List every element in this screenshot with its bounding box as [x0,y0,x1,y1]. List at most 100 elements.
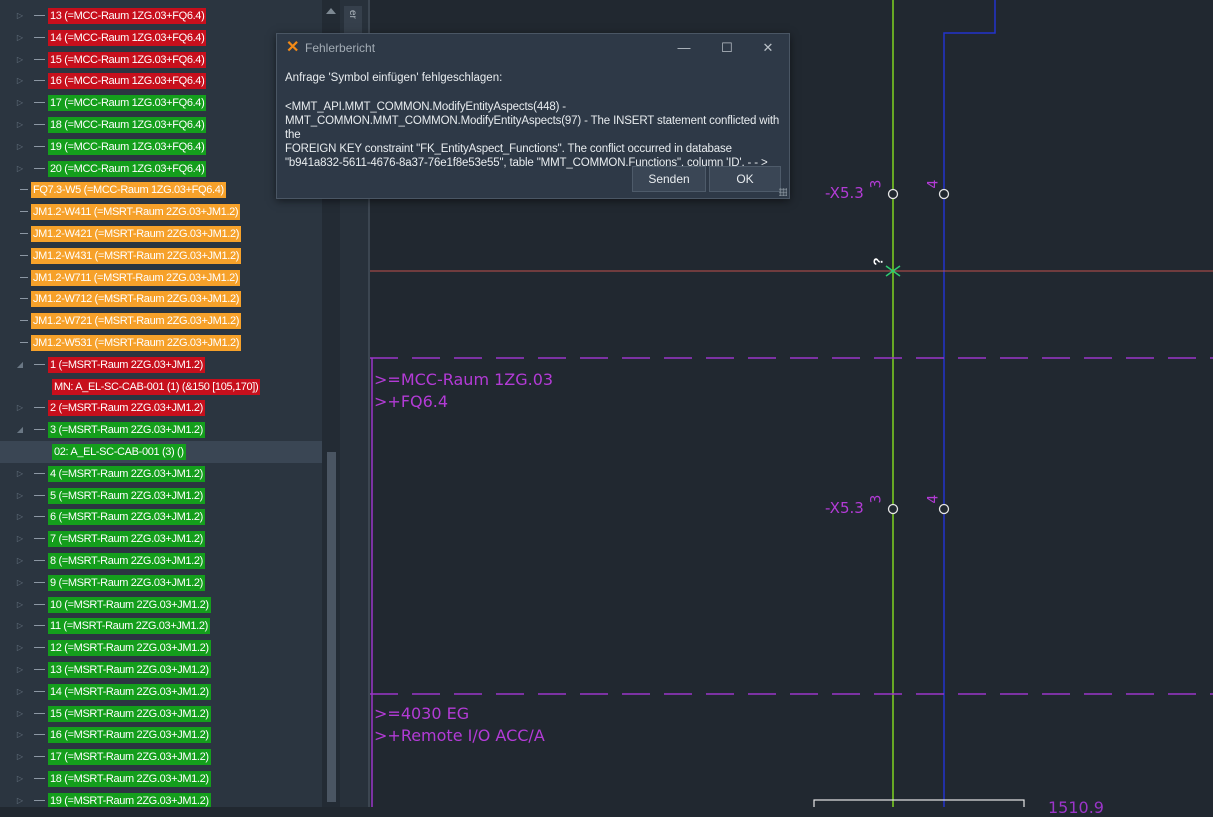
send-button[interactable]: Senden [632,166,706,192]
collapse-arrow-icon[interactable]: ▷ [14,790,26,807]
pin-label-4-mid: 4 [925,494,942,504]
maximize-button[interactable]: ☐ [712,38,742,58]
tree-item[interactable]: ▷ 18 (=MSRT-Raum 2ZG.03+JM1.2) [0,768,322,790]
error-report-dialog[interactable]: ✕ Fehlerbericht — ☐ ✕ Anfrage 'Symbol ei… [276,33,790,199]
tree-item-label: FQ7.3-W5 (=MCC-Raum 1ZG.03+FQ6.4) [31,182,226,199]
tree-item[interactable]: ▷ 17 (=MSRT-Raum 2ZG.03+JM1.2) [0,746,322,768]
expand-arrow-icon[interactable]: ◢ [14,419,26,441]
collapse-arrow-icon[interactable]: ▷ [14,550,26,572]
tree-item[interactable]: ▷ 11 (=MSRT-Raum 2ZG.03+JM1.2) [0,615,322,637]
collapse-arrow-icon[interactable]: ▷ [14,724,26,746]
expand-arrow-icon[interactable]: ◢ [14,354,26,376]
tree-item[interactable]: ▷ 6 (=MSRT-Raum 2ZG.03+JM1.2) [0,506,322,528]
tree-connector [20,254,28,256]
tree-item[interactable]: JM1.2-W531 (=MSRT-Raum 2ZG.03+JM1.2) [0,332,322,354]
tree-item[interactable]: ▷ 16 (=MCC-Raum 1ZG.03+FQ6.4) [0,70,322,92]
tree-connector [34,669,45,670]
tree-item[interactable]: ▷ 7 (=MSRT-Raum 2ZG.03+JM1.2) [0,528,322,550]
collapse-arrow-icon[interactable]: ▷ [14,397,26,419]
tree-item[interactable]: ▷ 19 (=MCC-Raum 1ZG.03+FQ6.4) [0,136,322,158]
tree-item[interactable]: ▷ 17 (=MCC-Raum 1ZG.03+FQ6.4) [0,92,322,114]
tree-item[interactable]: ▷ 14 (=MSRT-Raum 2ZG.03+JM1.2) [0,681,322,703]
collapse-arrow-icon[interactable]: ▷ [14,615,26,637]
tree-item[interactable]: ▷ 8 (=MSRT-Raum 2ZG.03+JM1.2) [0,550,322,572]
tree-item[interactable]: JM1.2-W431 (=MSRT-Raum 2ZG.03+JM1.2) [0,245,322,267]
tree-item[interactable]: ▷ 13 (=MCC-Raum 1ZG.03+FQ6.4) [0,5,322,27]
collapse-arrow-icon[interactable]: ▷ [14,70,26,92]
tree-item[interactable]: ▷ 15 (=MCC-Raum 1ZG.03+FQ6.4) [0,49,322,71]
tree-connector [20,211,28,213]
tree-item-label: JM1.2-W431 (=MSRT-Raum 2ZG.03+JM1.2) [31,247,242,264]
tree-item[interactable]: ▷ 5 (=MSRT-Raum 2ZG.03+JM1.2) [0,485,322,507]
project-tree[interactable]: ▷ 13 (=MCC-Raum 1ZG.03+FQ6.4) ▷ 14 (=MCC-Ra… [0,0,322,807]
tree-item-label: 5 (=MSRT-Raum 2ZG.03+JM1.2) [48,487,205,504]
collapse-arrow-icon[interactable]: ▷ [14,463,26,485]
collapse-arrow-icon[interactable]: ▷ [14,27,26,49]
tree-item[interactable]: ▷ 20 (=MCC-Raum 1ZG.03+FQ6.4) [0,158,322,180]
collapse-arrow-icon[interactable]: ▷ [14,5,26,27]
tree-item[interactable]: JM1.2-W411 (=MSRT-Raum 2ZG.03+JM1.2) [0,201,322,223]
tree-item[interactable]: ▷ 2 (=MSRT-Raum 2ZG.03+JM1.2) [0,397,322,419]
collapse-arrow-icon[interactable]: ▷ [14,506,26,528]
close-button[interactable]: ✕ [753,38,783,58]
tree-connector [34,102,45,104]
collapse-arrow-icon[interactable]: ▷ [14,637,26,659]
collapse-arrow-icon[interactable]: ▷ [14,746,26,768]
collapse-arrow-icon[interactable]: ▷ [14,594,26,616]
tree-item[interactable]: ◢ 1 (=MSRT-Raum 2ZG.03+JM1.2) [0,354,322,376]
tree-connector [34,363,45,365]
tree-item[interactable]: 02: A_EL-SC-CAB-001 (3) () [0,441,322,463]
tree-item[interactable]: ▷ 18 (=MCC-Raum 1ZG.03+FQ6.4) [0,114,322,136]
region-label-location-2: >=4030 EG [374,704,470,723]
tree-item[interactable]: ▷ 16 (=MSRT-Raum 2ZG.03+JM1.2) [0,724,322,746]
resize-grip-icon[interactable] [779,188,787,196]
collapse-arrow-icon[interactable]: ▷ [14,572,26,594]
tree-item[interactable]: JM1.2-W721 (=MSRT-Raum 2ZG.03+JM1.2) [0,310,322,332]
tree-item-label: 18 (=MSRT-Raum 2ZG.03+JM1.2) [48,771,211,787]
tree-item[interactable]: MN: A_EL-SC-CAB-001 (1) (&150 [105,170]) [0,376,322,398]
collapse-arrow-icon[interactable]: ▷ [14,136,26,158]
tree-item[interactable]: ▷ 10 (=MSRT-Raum 2ZG.03+JM1.2) [0,594,322,616]
dialog-titlebar[interactable]: ✕ Fehlerbericht — ☐ ✕ [277,34,789,62]
collapse-arrow-icon[interactable]: ▷ [14,528,26,550]
tree-item[interactable]: ◢ 3 (=MSRT-Raum 2ZG.03+JM1.2) [0,419,322,441]
scroll-up-icon[interactable] [326,8,336,14]
cursor-question-mark: ? [870,257,886,266]
tree-connector [34,778,45,779]
tree-item[interactable]: ▷ 19 (=MSRT-Raum 2ZG.03+JM1.2) [0,790,322,807]
tree-connector [34,407,45,409]
tree-item[interactable]: JM1.2-W421 (=MSRT-Raum 2ZG.03+JM1.2) [0,223,322,245]
error-summary: Anfrage 'Symbol einfügen' fehlgeschlagen… [285,72,503,84]
collapse-arrow-icon[interactable]: ▷ [14,659,26,681]
tree-item[interactable]: JM1.2-W711 (=MSRT-Raum 2ZG.03+JM1.2) [0,267,322,289]
tree-connector [34,494,45,496]
collapse-arrow-icon[interactable]: ▷ [14,768,26,790]
collapse-arrow-icon[interactable]: ▷ [14,92,26,114]
region-label-installation-1: >+FQ6.4 [374,392,449,411]
tree-item-label: 17 (=MSRT-Raum 2ZG.03+JM1.2) [48,749,211,766]
tree-connector [34,603,45,605]
tree-item[interactable]: ▷ 14 (=MCC-Raum 1ZG.03+FQ6.4) [0,27,322,49]
tree-item-label: 19 (=MSRT-Raum 2ZG.03+JM1.2) [48,792,211,807]
tree-item[interactable]: FQ7.3-W5 (=MCC-Raum 1ZG.03+FQ6.4) [0,179,322,201]
collapse-arrow-icon[interactable]: ▷ [14,114,26,136]
tree-item[interactable]: ▷ 12 (=MSRT-Raum 2ZG.03+JM1.2) [0,637,322,659]
tree-connector [20,233,28,234]
collapse-arrow-icon[interactable]: ▷ [14,703,26,725]
pin-label-3-mid: 3 [868,494,885,504]
collapse-arrow-icon[interactable]: ▷ [14,485,26,507]
tree-item-label: 16 (=MCC-Raum 1ZG.03+FQ6.4) [48,73,207,90]
collapse-arrow-icon[interactable]: ▷ [14,49,26,71]
ok-button[interactable]: OK [709,166,781,192]
tree-item[interactable]: ▷ 9 (=MSRT-Raum 2ZG.03+JM1.2) [0,572,322,594]
tree-item[interactable]: JM1.2-W712 (=MSRT-Raum 2ZG.03+JM1.2) [0,288,322,310]
tree-item[interactable]: ▷ 15 (=MSRT-Raum 2ZG.03+JM1.2) [0,703,322,725]
collapse-arrow-icon[interactable]: ▷ [14,681,26,703]
tree-item-label: 15 (=MSRT-Raum 2ZG.03+JM1.2) [48,705,211,722]
scroll-thumb[interactable] [327,452,336,802]
tree-item[interactable]: ▷ 4 (=MSRT-Raum 2ZG.03+JM1.2) [0,463,322,485]
minimize-button[interactable]: — [669,38,699,58]
collapse-arrow-icon[interactable]: ▷ [14,158,26,180]
tree-item[interactable]: ▷ 13 (=MSRT-Raum 2ZG.03+JM1.2) [0,659,322,681]
tree-connector [34,167,45,169]
